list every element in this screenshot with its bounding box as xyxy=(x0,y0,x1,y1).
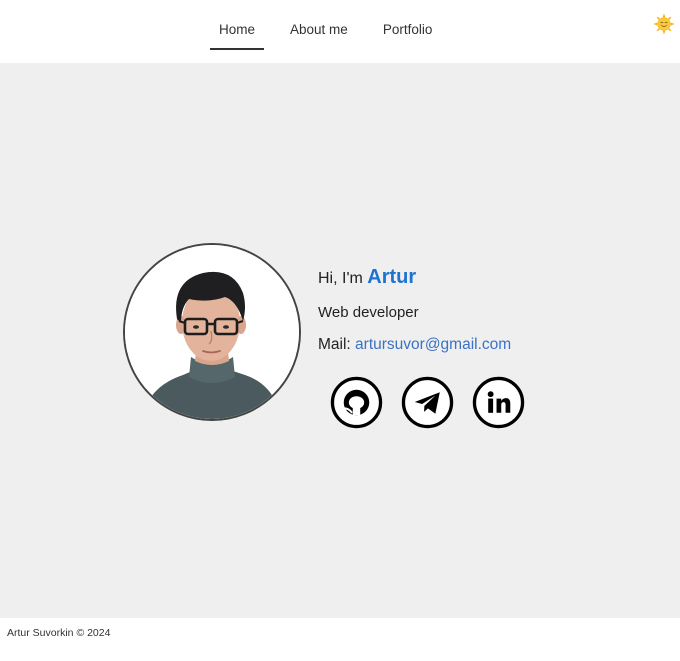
sun-smiley-icon xyxy=(653,13,675,35)
nav-item-portfolio[interactable]: Portfolio xyxy=(374,0,442,41)
profile-card: Hi, I'm Artur Web developer Mail: arturs… xyxy=(123,243,563,433)
footer: Artur Suvorkin © 2024 xyxy=(0,618,680,661)
linkedin-icon xyxy=(472,376,525,429)
github-link[interactable] xyxy=(330,376,383,429)
email-link[interactable]: artursuvor@gmail.com xyxy=(355,336,511,353)
profile-role: Web developer xyxy=(318,304,419,321)
avatar-illustration xyxy=(125,245,299,419)
copyright-text: Artur Suvorkin © 2024 xyxy=(7,627,111,639)
mail-label: Mail: xyxy=(318,336,351,353)
profile-mail: Mail: artursuvor@gmail.com xyxy=(318,335,578,355)
nav-item-about-me[interactable]: About me xyxy=(281,0,357,41)
greeting: Hi, I'm Artur xyxy=(318,265,578,291)
profile-info: Hi, I'm Artur Web developer Mail: arturs… xyxy=(318,265,578,355)
main-nav: Home About me Portfolio xyxy=(210,0,458,63)
telegram-icon xyxy=(401,376,454,429)
theme-toggle-sun-icon[interactable] xyxy=(653,13,675,35)
profile-name: Artur xyxy=(367,266,417,288)
header: Home About me Portfolio xyxy=(0,0,680,63)
profile-photo xyxy=(123,243,301,421)
greeting-prefix: Hi, I'm xyxy=(318,270,363,287)
social-links xyxy=(330,376,525,429)
github-icon xyxy=(330,376,383,429)
nav-item-home[interactable]: Home xyxy=(210,0,265,50)
telegram-link[interactable] xyxy=(401,376,454,429)
linkedin-link[interactable] xyxy=(472,376,525,429)
